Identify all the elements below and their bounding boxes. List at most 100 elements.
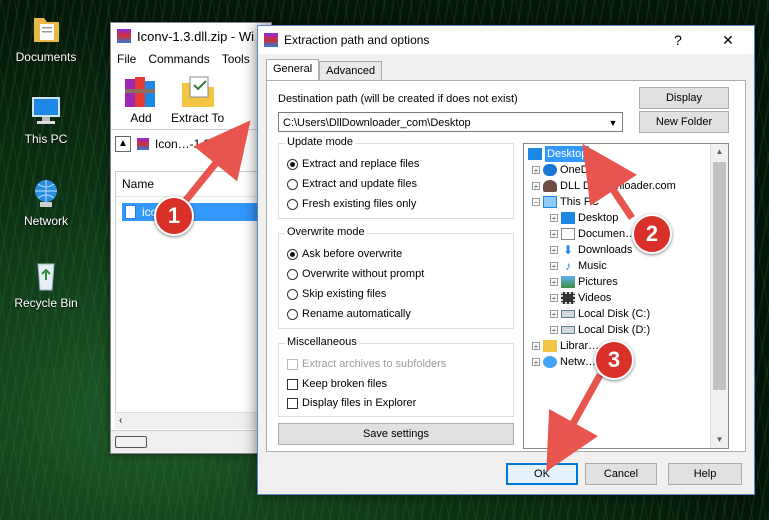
tab-advanced[interactable]: Advanced bbox=[319, 61, 383, 81]
option-label: Keep broken files bbox=[302, 378, 387, 390]
expand-icon[interactable]: + bbox=[550, 262, 558, 271]
add-label: Add bbox=[130, 111, 152, 125]
expand-icon[interactable]: + bbox=[550, 326, 558, 335]
tree-node-music[interactable]: + ♪ Music bbox=[550, 258, 607, 274]
expand-icon[interactable]: + bbox=[532, 342, 540, 351]
document-icon bbox=[561, 228, 575, 240]
tree-node-desktop[interactable]: + Desktop bbox=[550, 210, 618, 226]
expand-icon[interactable]: + bbox=[532, 358, 540, 367]
tree-vertical-scrollbar[interactable]: ▲ ▼ bbox=[710, 144, 728, 448]
tree-node-downloads[interactable]: + ⬇ Downloads bbox=[550, 242, 632, 258]
desktop-icon-recycle-bin[interactable]: Recycle Bin bbox=[4, 258, 88, 310]
download-arrow-icon: ⬇ bbox=[562, 243, 574, 257]
ok-button[interactable]: OK bbox=[506, 463, 578, 485]
save-settings-button[interactable]: Save settings bbox=[278, 423, 514, 445]
scroll-up-icon[interactable]: ▲ bbox=[711, 144, 728, 160]
desktop-icon-documents[interactable]: Documents bbox=[4, 12, 88, 64]
radio-skip-existing[interactable]: Skip existing files bbox=[287, 288, 386, 300]
checkbox-keep-broken-files[interactable]: Keep broken files bbox=[287, 378, 387, 390]
menu-file[interactable]: File bbox=[117, 52, 136, 66]
expand-icon[interactable]: + bbox=[550, 294, 558, 303]
recycle-bin-icon bbox=[28, 258, 64, 292]
step-badge-3: 3 bbox=[594, 340, 634, 380]
radio-extract-replace[interactable]: Extract and replace files bbox=[287, 158, 419, 170]
expand-icon[interactable]: + bbox=[550, 246, 558, 255]
tree-node-label: Documen… bbox=[578, 228, 637, 240]
option-label: Extract and update files bbox=[302, 178, 417, 190]
drive-key-icon bbox=[115, 436, 147, 448]
tree-node-libraries[interactable]: + Librar… bbox=[532, 338, 599, 354]
desktop-icon-this-pc[interactable]: This PC bbox=[4, 94, 88, 146]
radio-overwrite-without-prompt[interactable]: Overwrite without prompt bbox=[287, 268, 424, 280]
folder-tree[interactable]: Desktop + OneD… + DLL Dow…nloader.com − Thi… bbox=[523, 143, 729, 449]
add-button[interactable]: Add bbox=[121, 73, 161, 129]
dialog-titlebar: Extraction path and options ? ✕ bbox=[258, 26, 754, 54]
tree-node-local-disk-d[interactable]: + Local Disk (D:) bbox=[550, 322, 650, 338]
destination-path-combo[interactable]: C:\Users\DllDownloader_com\Desktop ▼ bbox=[278, 112, 623, 132]
radio-indicator bbox=[287, 288, 298, 300]
new-folder-button[interactable]: New Folder bbox=[639, 111, 729, 133]
option-label: Skip existing files bbox=[302, 288, 387, 300]
tree-node-user[interactable]: + DLL Dow…nloader.com bbox=[532, 178, 676, 194]
radio-indicator bbox=[287, 268, 298, 280]
picture-icon bbox=[561, 276, 575, 288]
chevron-down-icon[interactable]: ▼ bbox=[606, 113, 620, 133]
tree-node-label: Desktop bbox=[578, 212, 619, 224]
file-list[interactable]: Name icon….dll bbox=[115, 171, 271, 419]
expand-icon[interactable]: + bbox=[550, 278, 558, 287]
radio-ask-before-overwrite[interactable]: Ask before overwrite bbox=[287, 248, 402, 260]
cloud-icon bbox=[543, 164, 557, 176]
menu-commands[interactable]: Commands bbox=[148, 52, 209, 66]
tree-node-desktop-root[interactable]: Desktop bbox=[528, 146, 590, 162]
display-button[interactable]: Display bbox=[639, 87, 729, 109]
close-button[interactable]: ✕ bbox=[708, 26, 748, 54]
desktop-icon-network[interactable]: Network bbox=[4, 176, 88, 228]
radio-rename-automatically[interactable]: Rename automatically bbox=[287, 308, 411, 320]
tree-node-label: Music bbox=[578, 260, 607, 272]
overwrite-mode-title: Overwrite mode bbox=[285, 226, 367, 238]
update-mode-group: Update mode Extract and replace files Ex… bbox=[278, 136, 514, 219]
tree-node-label: Netw… bbox=[560, 356, 597, 368]
expand-icon[interactable]: + bbox=[532, 166, 540, 175]
expand-icon[interactable]: + bbox=[550, 214, 558, 223]
tree-node-label: Pictures bbox=[578, 276, 618, 288]
tree-node-pictures[interactable]: + Pictures bbox=[550, 274, 618, 290]
cancel-button[interactable]: Cancel bbox=[585, 463, 657, 485]
help-button[interactable]: Help bbox=[668, 463, 742, 485]
scroll-down-icon[interactable]: ▼ bbox=[711, 432, 728, 448]
horizontal-scrollbar[interactable]: ‹ bbox=[115, 412, 271, 429]
column-header-name[interactable]: Name bbox=[116, 172, 270, 197]
checkbox-display-in-explorer[interactable]: Display files in Explorer bbox=[287, 397, 416, 409]
extract-to-button[interactable]: Extract To bbox=[171, 73, 224, 129]
hard-drive-icon bbox=[561, 326, 575, 334]
tree-node-onedrive[interactable]: + OneD… bbox=[532, 162, 600, 178]
network-globe-icon bbox=[28, 176, 64, 210]
tab-strip: General Advanced bbox=[266, 59, 383, 81]
tree-node-local-disk-c[interactable]: + Local Disk (C:) bbox=[550, 306, 650, 322]
expand-icon[interactable]: + bbox=[550, 310, 558, 319]
tree-node-videos[interactable]: + Videos bbox=[550, 290, 611, 306]
radio-fresh-existing[interactable]: Fresh existing files only bbox=[287, 198, 416, 210]
menu-tools[interactable]: Tools bbox=[222, 52, 250, 66]
file-row[interactable]: icon….dll bbox=[122, 203, 270, 221]
up-folder-icon[interactable]: ▲ bbox=[115, 136, 131, 152]
winrar-titlebar: Iconv-1.3.dll.zip - Wi bbox=[111, 23, 271, 49]
hard-drive-icon bbox=[561, 310, 575, 318]
tree-node-documents[interactable]: + Documen… bbox=[550, 226, 636, 242]
tab-general[interactable]: General bbox=[266, 59, 320, 81]
desktop-icon-label: Documents bbox=[15, 50, 77, 64]
checkbox-indicator bbox=[287, 358, 298, 370]
expand-icon[interactable]: + bbox=[550, 230, 558, 239]
expand-icon[interactable]: + bbox=[532, 182, 540, 191]
scroll-thumb[interactable] bbox=[713, 162, 726, 390]
tree-node-label: OneD… bbox=[560, 164, 600, 176]
radio-indicator bbox=[287, 178, 298, 190]
help-title-button[interactable]: ? bbox=[658, 26, 698, 54]
tree-node-this-pc[interactable]: − This PC bbox=[532, 194, 599, 210]
radio-extract-update[interactable]: Extract and update files bbox=[287, 178, 417, 190]
collapse-icon[interactable]: − bbox=[532, 198, 540, 207]
option-label: Fresh existing files only bbox=[302, 198, 417, 210]
tree-node-network[interactable]: + Netw… bbox=[532, 354, 596, 370]
computer-icon bbox=[28, 94, 64, 128]
music-note-icon: ♪ bbox=[565, 259, 571, 273]
